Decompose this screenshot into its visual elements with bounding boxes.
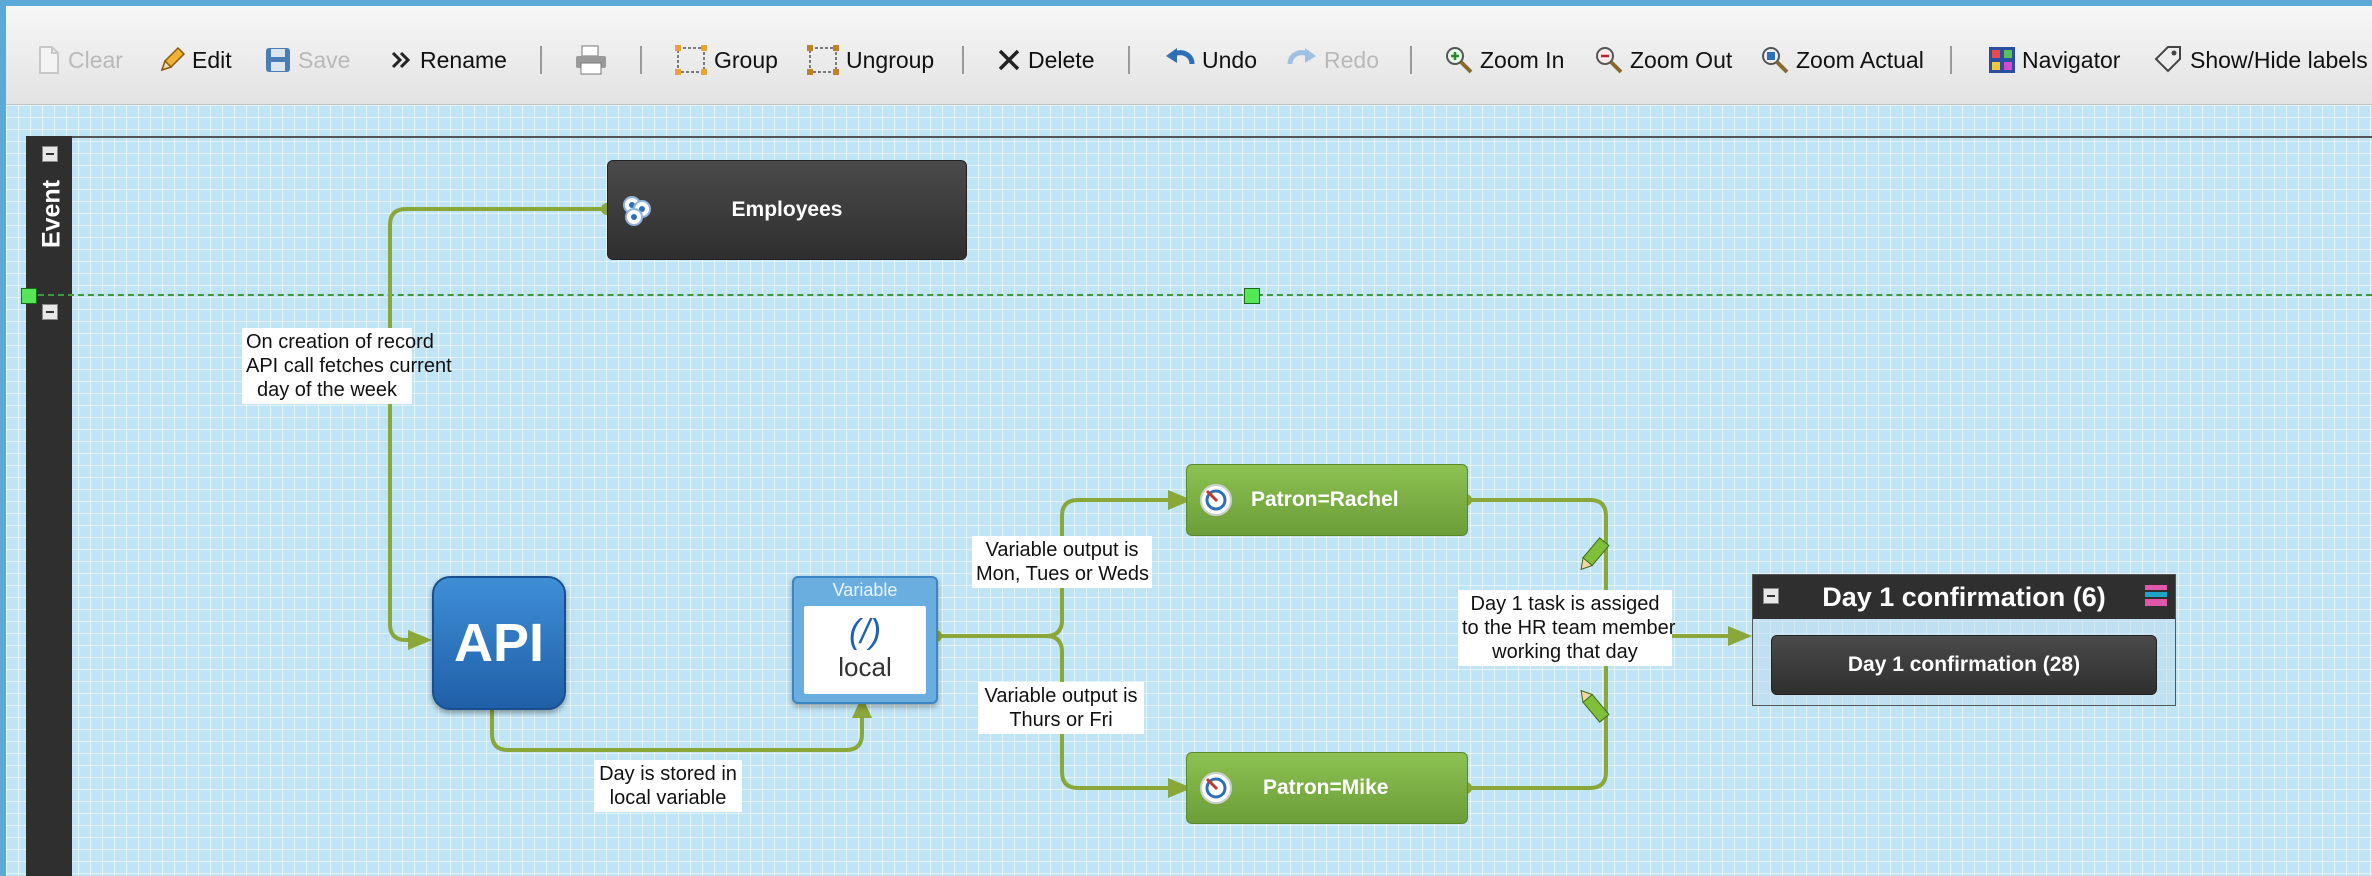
arrowhead: [1728, 626, 1752, 646]
node-patron-mike[interactable]: Patron=Mike: [1186, 752, 1468, 824]
edge-label-assigned[interactable]: Day 1 task is assiged to the HR team mem…: [1458, 590, 1675, 666]
node-day1-confirmation[interactable]: Day 1 confirmation (28): [1771, 635, 2157, 695]
stack-icon: [2145, 585, 2167, 606]
edge-label-mon-weds[interactable]: Variable output is Mon, Tues or Weds: [972, 536, 1152, 588]
edge-label-api-call[interactable]: On creation of record API call fetches c…: [242, 328, 452, 404]
edge-label-thurs-fri[interactable]: Variable output is Thurs or Fri: [978, 682, 1144, 734]
record-icon: [623, 196, 651, 226]
group-header[interactable]: Day 1 confirmation (6): [1753, 575, 2175, 619]
node-patron-rachel[interactable]: Patron=Rachel: [1186, 464, 1468, 536]
edges-layer: [388, 203, 1752, 798]
group-collapse-button[interactable]: [1763, 588, 1779, 604]
diagram-editor: Clear Edit Save Rename Group Ungroup Del…: [6, 6, 2372, 876]
node-variable[interactable]: Variable (/) local: [792, 576, 938, 704]
group-day1-confirmation[interactable]: Day 1 confirmation (6) Day 1 confirmatio…: [1752, 574, 2176, 706]
variable-symbol: (/): [848, 613, 882, 651]
variable-name: local: [838, 652, 892, 682]
patron-icon: [1200, 484, 1232, 516]
patron-icon: [1200, 772, 1232, 804]
variable-body: (/) local: [804, 606, 926, 694]
arrowhead: [408, 630, 432, 650]
node-employees[interactable]: Employees: [607, 160, 967, 260]
node-api[interactable]: API: [432, 576, 566, 710]
edge-label-stored[interactable]: Day is stored in local variable: [594, 760, 742, 812]
variable-header: Variable: [832, 580, 898, 600]
